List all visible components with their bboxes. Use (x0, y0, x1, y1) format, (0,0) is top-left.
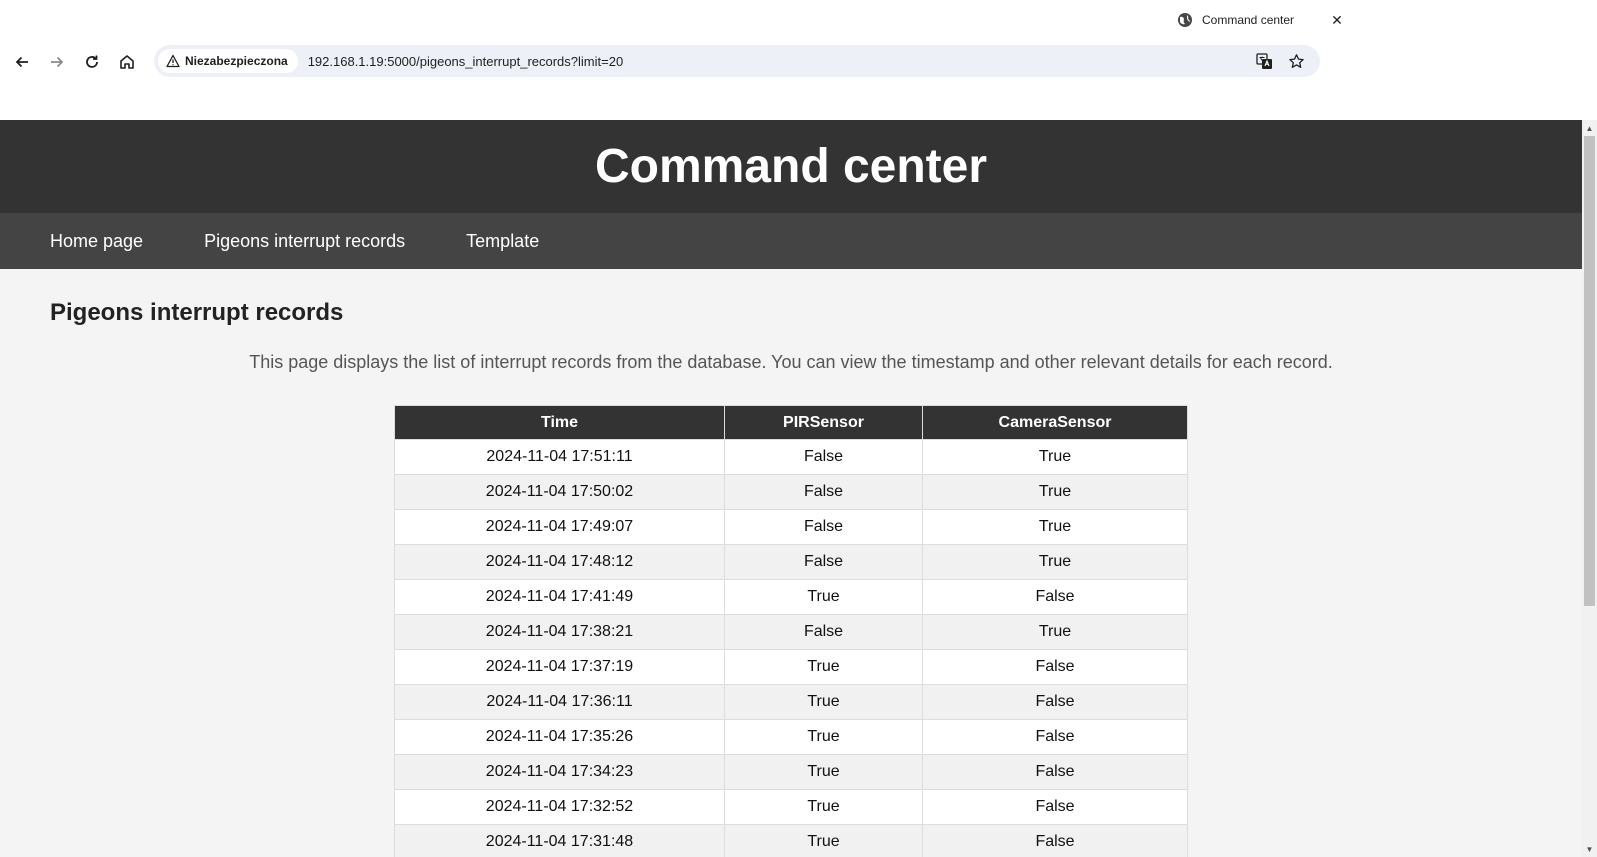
address-bar[interactable]: Niezabezpieczona 192.168.1.19:5000/pigeo… (154, 45, 1320, 77)
translate-icon (1255, 52, 1272, 69)
cell-camera-sensor: False (922, 824, 1188, 857)
tab-close-icon[interactable]: ✕ (1327, 10, 1347, 30)
arrow-left-icon (15, 56, 28, 68)
cell-pir-sensor: True (724, 579, 923, 615)
records-table: Time PIRSensor CameraSensor 2024-11-04 1… (394, 405, 1188, 857)
cell-camera-sensor: False (922, 719, 1188, 755)
table-row: 2024-11-04 17:48:12 False True (394, 544, 1188, 580)
tab-strip: Command center ✕ (0, 0, 1597, 40)
table-row: 2024-11-04 17:41:49 True False (394, 579, 1188, 615)
scroll-down-arrow-icon[interactable]: ▼ (1582, 841, 1597, 857)
scrollbar-thumb[interactable] (1584, 136, 1595, 606)
cell-pir-sensor: True (724, 824, 923, 857)
warning-icon (166, 54, 180, 68)
page-viewport: Command center Home page Pigeons interru… (0, 120, 1582, 857)
page-heading: Pigeons interrupt records (50, 299, 344, 326)
nav-link-home[interactable]: Home page (50, 231, 143, 252)
site-nav: Home page Pigeons interrupt records Temp… (0, 213, 1582, 269)
cell-time: 2024-11-04 17:32:52 (394, 789, 725, 825)
column-header-time: Time (394, 405, 725, 440)
cell-camera-sensor: True (922, 474, 1188, 510)
cell-time: 2024-11-04 17:35:26 (394, 719, 725, 755)
home-icon (120, 55, 134, 69)
cell-time: 2024-11-04 17:41:49 (394, 579, 725, 615)
cell-camera-sensor: False (922, 649, 1188, 685)
back-button[interactable] (6, 46, 38, 78)
column-header-camera-sensor: CameraSensor (922, 405, 1188, 440)
table-row: 2024-11-04 17:35:26 True False (394, 719, 1188, 755)
nav-link-pigeons-interrupt-records[interactable]: Pigeons interrupt records (204, 231, 405, 252)
home-button[interactable] (111, 46, 143, 78)
scroll-up-arrow-icon[interactable]: ▲ (1582, 120, 1597, 136)
cell-camera-sensor: True (922, 509, 1188, 545)
cell-time: 2024-11-04 17:48:12 (394, 544, 725, 580)
cell-camera-sensor: False (922, 789, 1188, 825)
cell-camera-sensor: True (922, 614, 1188, 650)
tab-title: Command center (1202, 13, 1295, 27)
cell-camera-sensor: False (922, 754, 1188, 790)
cell-pir-sensor: True (724, 719, 923, 755)
page-description: This page displays the list of interrupt… (249, 352, 1333, 372)
table-row: 2024-11-04 17:32:52 True False (394, 789, 1188, 825)
cell-pir-sensor: False (724, 474, 923, 510)
browser-toolbar: Niezabezpieczona 192.168.1.19:5000/pigeo… (0, 44, 1597, 80)
security-indicator[interactable]: Niezabezpieczona (158, 49, 298, 73)
cell-time: 2024-11-04 17:49:07 (394, 509, 725, 545)
table-row: 2024-11-04 17:34:23 True False (394, 754, 1188, 790)
cell-pir-sensor: True (724, 684, 923, 720)
table-row: 2024-11-04 17:49:07 False True (394, 509, 1188, 545)
cell-camera-sensor: True (922, 544, 1188, 580)
cell-time: 2024-11-04 17:36:11 (394, 684, 725, 720)
cell-pir-sensor: True (724, 754, 923, 790)
browser-tab[interactable]: Command center ✕ (1165, 6, 1365, 34)
globe-icon (1178, 13, 1192, 27)
security-label: Niezabezpieczona (185, 54, 288, 68)
bookmark-button[interactable] (1282, 47, 1310, 75)
translate-button[interactable] (1250, 47, 1278, 75)
table-body: 2024-11-04 17:51:11 False True 2024-11-04 1… (394, 439, 1188, 857)
cell-time: 2024-11-04 17:31:48 (394, 824, 725, 857)
reload-button[interactable] (76, 46, 108, 78)
table-header-row: Time PIRSensor CameraSensor (394, 405, 1188, 440)
forward-button[interactable] (41, 46, 73, 78)
arrow-right-icon (51, 56, 64, 68)
table-row: 2024-11-04 17:31:48 True False (394, 824, 1188, 857)
cell-time: 2024-11-04 17:38:21 (394, 614, 725, 650)
cell-pir-sensor: False (724, 544, 923, 580)
table-row: 2024-11-04 17:50:02 False True (394, 474, 1188, 510)
cell-time: 2024-11-04 17:50:02 (394, 474, 725, 510)
site-header: Command center (0, 120, 1582, 213)
cell-pir-sensor: False (724, 439, 923, 475)
table-row: 2024-11-04 17:37:19 True False (394, 649, 1188, 685)
cell-pir-sensor: True (724, 649, 923, 685)
table-row: 2024-11-04 17:36:11 True False (394, 684, 1188, 720)
cell-pir-sensor: False (724, 614, 923, 650)
url-text[interactable]: 192.168.1.19:5000/pigeons_interrupt_reco… (308, 54, 1250, 69)
table-row: 2024-11-04 17:51:11 False True (394, 439, 1188, 475)
cell-camera-sensor: False (922, 684, 1188, 720)
reload-icon (86, 55, 98, 68)
cell-pir-sensor: False (724, 509, 923, 545)
main-content: Pigeons interrupt records This page disp… (0, 269, 1582, 857)
cell-time: 2024-11-04 17:34:23 (394, 754, 725, 790)
nav-link-template[interactable]: Template (466, 231, 539, 252)
star-icon (1288, 53, 1304, 68)
page-scrollbar[interactable]: ▲ ▼ (1582, 120, 1597, 857)
cell-camera-sensor: True (922, 439, 1188, 475)
cell-time: 2024-11-04 17:37:19 (394, 649, 725, 685)
browser-chrome: Command center ✕ Niezabezpieczona 192.16… (0, 0, 1597, 120)
cell-pir-sensor: True (724, 789, 923, 825)
cell-time: 2024-11-04 17:51:11 (394, 439, 725, 475)
cell-camera-sensor: False (922, 579, 1188, 615)
column-header-pir-sensor: PIRSensor (724, 405, 923, 440)
site-title: Command center (594, 140, 988, 193)
table-row: 2024-11-04 17:38:21 False True (394, 614, 1188, 650)
